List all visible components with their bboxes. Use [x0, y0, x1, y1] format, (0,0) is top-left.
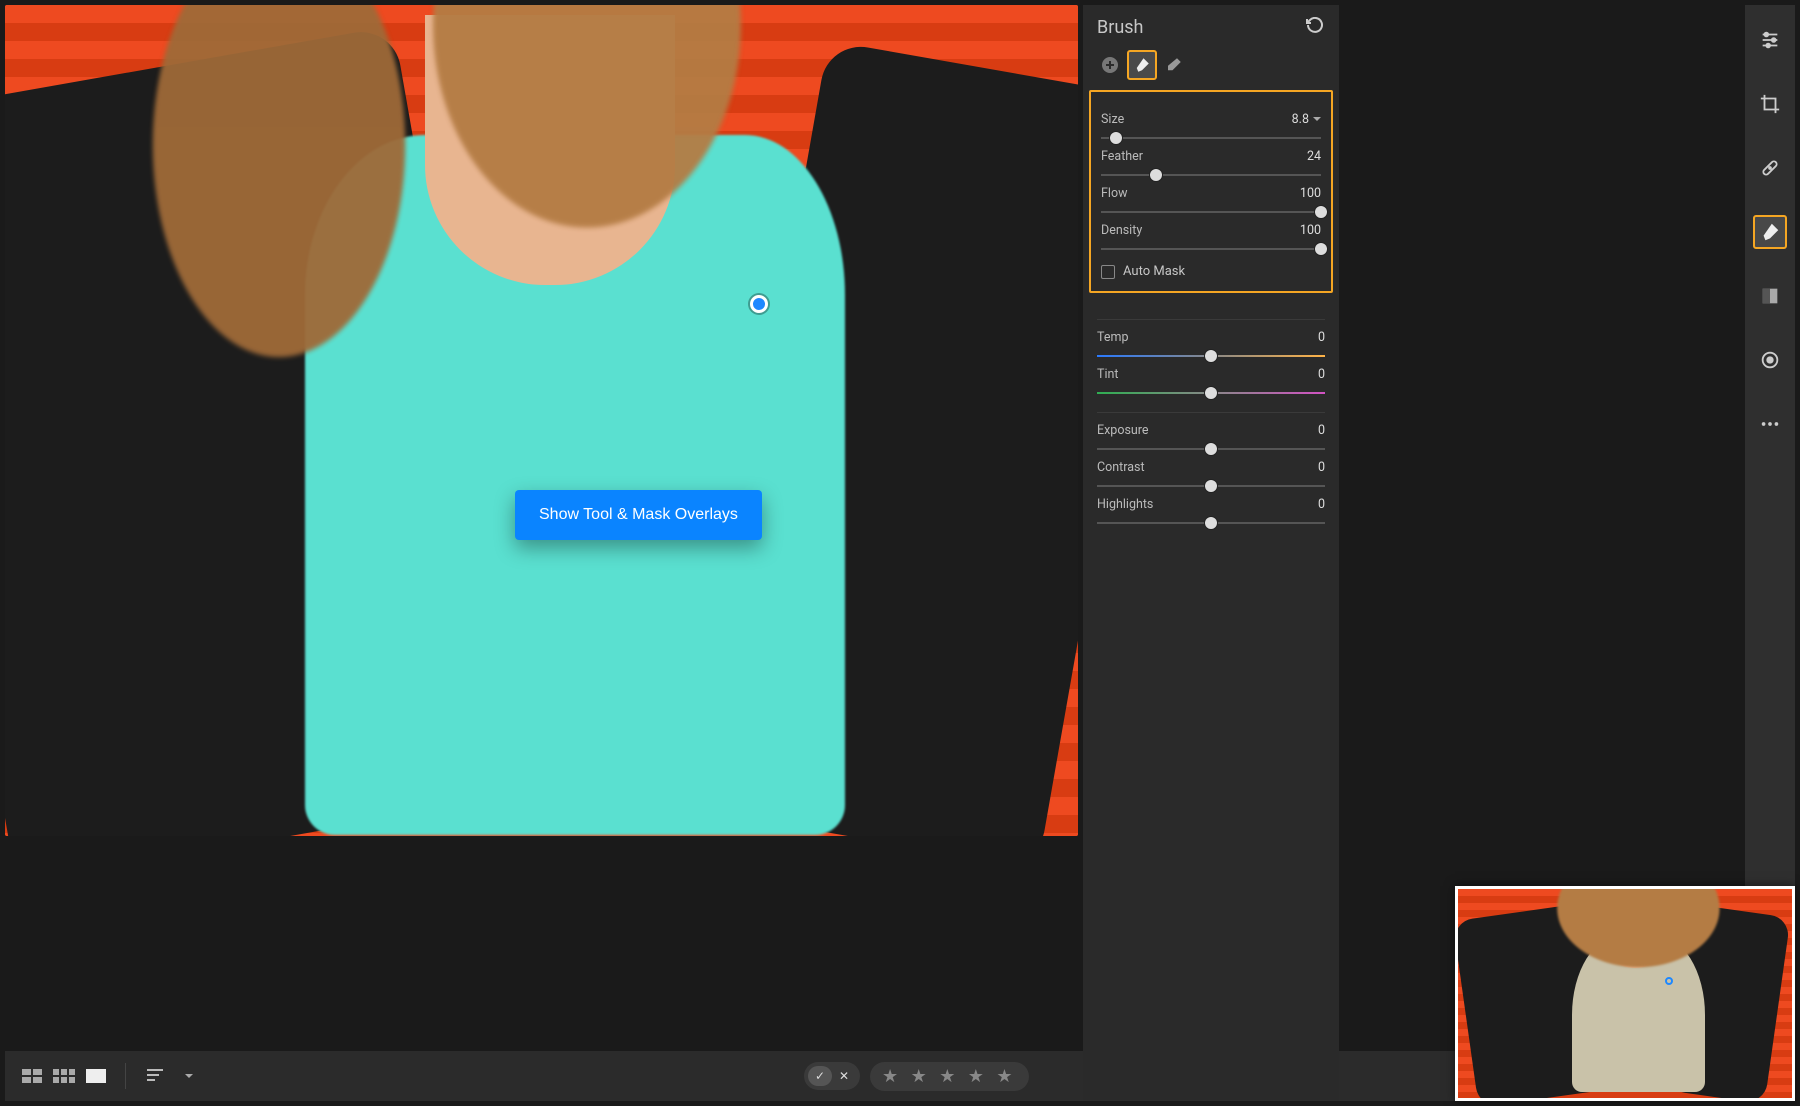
navigator-thumbnail[interactable] [1455, 886, 1795, 1101]
flag-picked-icon[interactable]: ✓ [808, 1066, 832, 1086]
density-slider[interactable]: Density 100 [1101, 223, 1321, 250]
checkbox-icon [1101, 265, 1115, 279]
density-value: 100 [1300, 223, 1321, 238]
heal-icon[interactable] [1753, 151, 1787, 185]
flow-label: Flow [1101, 186, 1127, 201]
separator [125, 1063, 126, 1089]
reset-icon[interactable] [1305, 17, 1325, 38]
flag-filter[interactable]: ✓ ✕ [804, 1062, 860, 1090]
size-slider[interactable]: Size 8.8 [1101, 112, 1321, 139]
brush-tool-icon[interactable] [1753, 215, 1787, 249]
automask-checkbox[interactable]: Auto Mask [1101, 264, 1321, 279]
tint-slider[interactable]: Tint 0 [1097, 367, 1325, 394]
edit-sliders-icon[interactable] [1753, 23, 1787, 57]
image-canvas[interactable]: Show Tool & Mask Overlays [5, 5, 1078, 836]
highlights-label: Highlights [1097, 497, 1153, 512]
contrast-slider[interactable]: Contrast 0 [1097, 460, 1325, 487]
size-value[interactable]: 8.8 [1292, 112, 1321, 127]
automask-label: Auto Mask [1123, 264, 1185, 279]
flow-value: 100 [1300, 186, 1321, 201]
brush-settings-box: Size 8.8 Feather 24 Flow 100 Density 100 Aut… [1089, 90, 1333, 293]
linear-gradient-icon[interactable] [1753, 279, 1787, 313]
flag-rejected-icon[interactable]: ✕ [832, 1066, 856, 1086]
temp-value: 0 [1318, 330, 1325, 345]
feather-value: 24 [1307, 149, 1321, 164]
contrast-value: 0 [1318, 460, 1325, 475]
grid-view-large-icon[interactable] [53, 1067, 75, 1085]
brush-mode-row [1083, 46, 1339, 90]
nav-brush-pin [1665, 977, 1673, 985]
highlights-slider[interactable]: Highlights 0 [1097, 497, 1325, 524]
temp-label: Temp [1097, 330, 1128, 345]
brush-pin[interactable] [750, 295, 768, 313]
contrast-label: Contrast [1097, 460, 1145, 475]
panel-title: Brush [1097, 17, 1143, 38]
brush-panel: Brush Size8.8 Feather24 Flow100 Densit [1083, 5, 1339, 1101]
exposure-label: Exposure [1097, 423, 1149, 438]
more-icon[interactable] [1753, 407, 1787, 441]
flow-slider[interactable]: Flow 100 [1101, 186, 1321, 213]
tint-label: Tint [1097, 367, 1119, 382]
density-label: Density [1101, 223, 1142, 238]
grid-view-small-icon[interactable] [21, 1067, 43, 1085]
feather-label: Feather [1101, 149, 1143, 164]
adjustments-group: Temp 0 Tint 0 Exposure 0 Contrast 0 Highligh… [1083, 293, 1339, 524]
tint-value: 0 [1318, 367, 1325, 382]
show-overlays-button[interactable]: Show Tool & Mask Overlays [515, 490, 762, 540]
photo-hair [125, 5, 895, 565]
crop-icon[interactable] [1753, 87, 1787, 121]
rating-stars[interactable]: ★ ★ ★ ★ ★ [870, 1062, 1029, 1091]
sort-icon[interactable] [144, 1067, 166, 1085]
size-label: Size [1101, 112, 1124, 127]
single-view-icon[interactable] [85, 1067, 107, 1085]
sort-dropdown-icon[interactable] [176, 1067, 198, 1085]
add-brush-icon[interactable] [1095, 50, 1125, 80]
brush-mode-icon[interactable] [1127, 50, 1157, 80]
nav-photo [1491, 886, 1758, 1025]
eraser-mode-icon[interactable] [1159, 50, 1189, 80]
highlights-value: 0 [1318, 497, 1325, 512]
temp-slider[interactable]: Temp 0 [1097, 330, 1325, 357]
radial-gradient-icon[interactable] [1753, 343, 1787, 377]
exposure-slider[interactable]: Exposure 0 [1097, 423, 1325, 450]
feather-slider[interactable]: Feather 24 [1101, 149, 1321, 176]
exposure-value: 0 [1318, 423, 1325, 438]
